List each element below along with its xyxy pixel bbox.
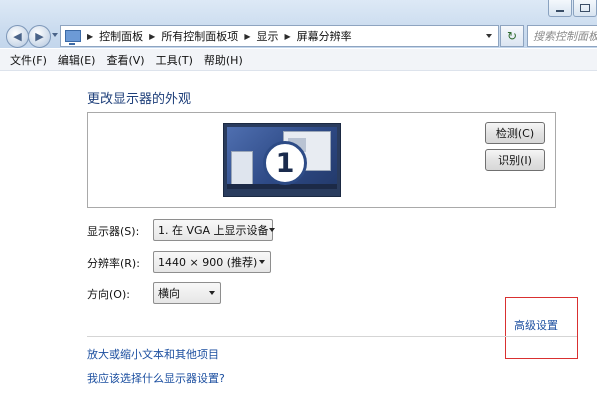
orientation-select[interactable]: 横向	[153, 282, 221, 304]
forward-arrow-icon: ▶	[35, 30, 44, 43]
display-number-badge: 1	[263, 141, 307, 185]
monitor-screen: 1	[227, 127, 337, 189]
minimize-icon	[556, 10, 564, 12]
chevron-down-icon	[209, 291, 215, 295]
display-settings-help-link[interactable]: 我应该选择什么显示器设置?	[87, 370, 225, 386]
breadcrumb-separator-icon[interactable]: ▶	[244, 32, 250, 41]
resolution-label: 分辨率(R):	[87, 257, 140, 270]
breadcrumb-screen-resolution[interactable]: ▶ 屏幕分辨率	[284, 28, 351, 44]
detect-button[interactable]: 检测(C)	[485, 122, 545, 144]
advanced-settings-link[interactable]: 高级设置	[514, 317, 558, 333]
divider	[87, 336, 577, 337]
search-placeholder: 搜索控制面板	[533, 30, 597, 43]
minimize-button[interactable]	[548, 0, 572, 17]
breadcrumb-control-panel[interactable]: ▶ 控制面板	[87, 28, 143, 44]
display-select[interactable]: 1. 在 VGA 上显示设备	[153, 219, 275, 241]
menu-edit[interactable]: 编辑(E)	[58, 52, 96, 68]
monitor-thumbnail[interactable]: 1	[223, 123, 341, 197]
page-heading: 更改显示器的外观	[87, 92, 192, 107]
menu-help[interactable]: 帮助(H)	[204, 52, 243, 68]
display-preview-panel: 1 检测(C) 识别(I)	[87, 112, 556, 208]
identify-button[interactable]: 识别(I)	[485, 149, 545, 171]
back-button[interactable]: ◀	[6, 25, 29, 48]
display-select-value: 1. 在 VGA 上显示设备	[158, 224, 269, 237]
search-box[interactable]: 搜索控制面板	[527, 25, 597, 47]
address-bar[interactable]: ▶ 控制面板 ▶ 所有控制面板项 ▶ 显示 ▶ 屏幕分辨率	[60, 25, 499, 47]
back-arrow-icon: ◀	[13, 30, 22, 43]
menu-tools[interactable]: 工具(T)	[156, 52, 193, 68]
breadcrumb-separator-icon[interactable]: ▶	[284, 32, 290, 41]
breadcrumb-separator-icon[interactable]: ▶	[149, 32, 155, 41]
forward-button[interactable]: ▶	[28, 25, 51, 48]
breadcrumb-all-items[interactable]: ▶ 所有控制面板项	[149, 28, 238, 44]
refresh-button[interactable]: ↻	[500, 25, 524, 47]
breadcrumb-separator-icon[interactable]: ▶	[87, 32, 93, 41]
maximize-icon	[580, 4, 590, 12]
chevron-down-icon	[268, 228, 275, 232]
resolution-select[interactable]: 1440 × 900 (推荐)	[153, 251, 271, 273]
recent-pages-dropdown[interactable]	[52, 33, 58, 37]
menu-file[interactable]: 文件(F)	[10, 52, 47, 68]
title-bar: ◀ ▶ ▶ 控制面板 ▶ 所有控制面板项 ▶ 显示 ▶ 屏幕分辨率 ↻ 搜索控制面板	[0, 0, 597, 48]
main-content: 更改显示器的外观 1 检测(C) 识别(I) 显示器(S): 1. 在 VGA …	[0, 71, 597, 393]
text-size-link[interactable]: 放大或缩小文本和其他项目	[87, 346, 219, 362]
menu-view[interactable]: 查看(V)	[106, 52, 144, 68]
orientation-select-value: 横向	[158, 287, 180, 300]
display-label: 显示器(S):	[87, 225, 140, 238]
breadcrumb-display[interactable]: ▶ 显示	[244, 28, 278, 44]
window-controls	[547, 0, 597, 20]
menu-bar: 文件(F) 编辑(E) 查看(V) 工具(T) 帮助(H)	[0, 49, 597, 71]
orientation-label: 方向(O):	[87, 288, 130, 301]
chevron-down-icon	[259, 260, 265, 264]
resolution-select-value: 1440 × 900 (推荐)	[158, 256, 258, 269]
maximize-button[interactable]	[573, 0, 597, 17]
address-dropdown-icon[interactable]	[486, 34, 492, 38]
control-panel-icon	[65, 30, 81, 45]
screen-window-graphic	[231, 151, 253, 185]
refresh-icon: ↻	[506, 29, 518, 43]
